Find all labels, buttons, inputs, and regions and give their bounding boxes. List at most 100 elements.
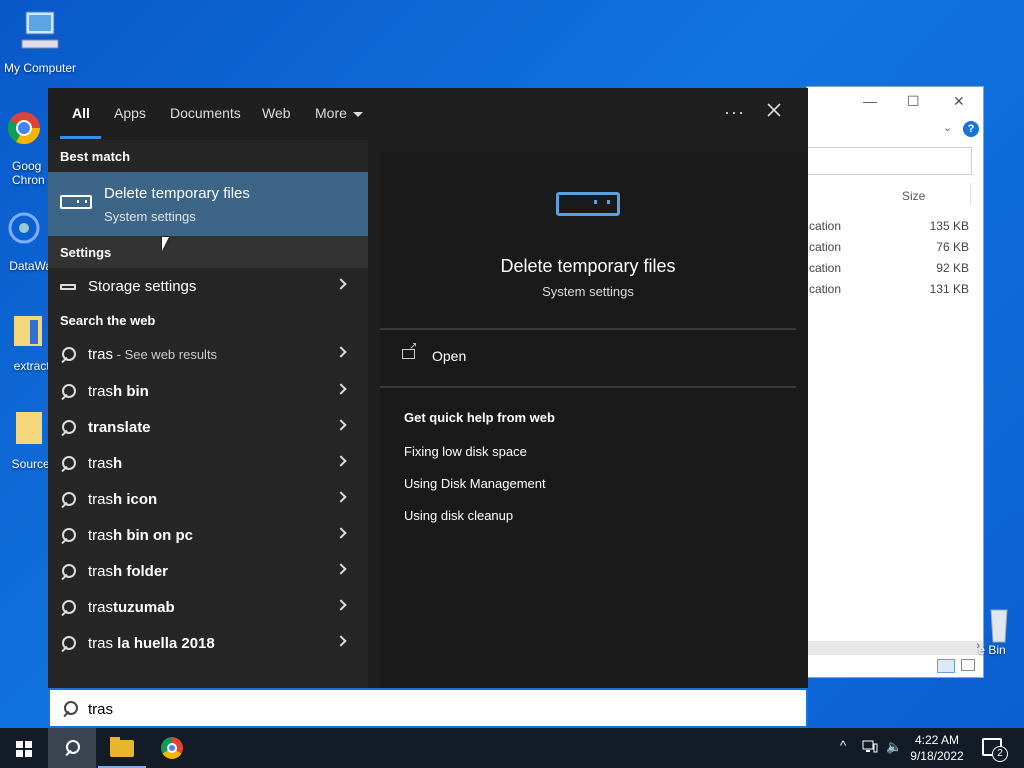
explorer-search-field[interactable] bbox=[807, 147, 972, 175]
storage-icon bbox=[60, 284, 76, 290]
search-icon bbox=[62, 701, 78, 717]
chevron-right-icon[interactable] bbox=[335, 491, 347, 503]
chevron-down-icon[interactable]: ⌄ bbox=[943, 121, 952, 134]
more-options-icon[interactable]: ··· bbox=[724, 102, 745, 123]
active-tab-indicator bbox=[60, 136, 101, 139]
quick-help-header: Get quick help from web bbox=[404, 410, 555, 425]
suggestion-label: trash bbox=[88, 455, 122, 472]
taskbar-chrome[interactable] bbox=[148, 728, 196, 768]
search-icon bbox=[60, 384, 76, 400]
drive-icon bbox=[556, 192, 620, 216]
suggestion-label: translate bbox=[88, 419, 151, 436]
suggestion-label: trastuzumab bbox=[88, 599, 175, 616]
chevron-right-icon[interactable] bbox=[335, 455, 347, 467]
preview-subtitle: System settings bbox=[542, 284, 634, 299]
web-suggestion[interactable]: trash folder bbox=[48, 553, 368, 589]
large-icons-view-icon[interactable] bbox=[961, 659, 975, 671]
row-type: cation bbox=[809, 261, 842, 275]
file-explorer-window: — ☐ ✕ ⌄ ? Size cation 135 KB cation 76 K… bbox=[806, 86, 984, 678]
close-icon[interactable] bbox=[766, 102, 782, 123]
suggestion-label: trash icon bbox=[88, 491, 157, 508]
row-size: 92 KB bbox=[936, 261, 969, 275]
chevron-right-icon[interactable] bbox=[335, 383, 347, 395]
chevron-right-icon[interactable] bbox=[335, 563, 347, 575]
suggestion-rest: h icon bbox=[113, 491, 158, 508]
taskbar-file-explorer[interactable] bbox=[98, 728, 146, 768]
tab-documents[interactable]: Documents bbox=[170, 105, 241, 121]
close-icon[interactable]: ✕ bbox=[953, 93, 965, 110]
best-match-header: Best match bbox=[60, 149, 131, 164]
tab-more[interactable]: More bbox=[315, 105, 363, 121]
best-match-result[interactable]: Delete temporary files System settings bbox=[48, 172, 368, 236]
clock[interactable]: 4:22 AM 9/18/2022 bbox=[902, 732, 972, 764]
explorer-statusbar bbox=[807, 655, 983, 677]
search-icon bbox=[60, 564, 76, 580]
help-link[interactable]: Fixing low disk space bbox=[404, 444, 527, 459]
details-view-icon[interactable] bbox=[937, 659, 955, 673]
suggestion-label: trash bin on pc bbox=[88, 527, 193, 544]
typed-text: tras bbox=[88, 346, 114, 363]
chevron-right-icon[interactable] bbox=[335, 346, 347, 358]
web-suggestion[interactable]: trash bin on pc bbox=[48, 517, 368, 553]
chevron-right-icon[interactable] bbox=[335, 635, 347, 647]
size-column-header[interactable]: Size bbox=[902, 189, 925, 203]
chevron-right-icon[interactable] bbox=[335, 527, 347, 539]
clock-date: 9/18/2022 bbox=[910, 749, 964, 763]
network-icon[interactable] bbox=[862, 740, 878, 757]
desktop-icon-label: My Computer bbox=[3, 61, 77, 75]
search-icon bbox=[60, 347, 76, 363]
web-suggestion[interactable]: translate bbox=[48, 409, 368, 445]
chevron-right-icon[interactable] bbox=[335, 419, 347, 431]
help-link[interactable]: Using disk cleanup bbox=[404, 508, 513, 523]
open-action[interactable]: Open bbox=[402, 341, 602, 370]
web-suggestion[interactable]: trastuzumab bbox=[48, 589, 368, 625]
suggestion-prefix: tras bbox=[88, 383, 114, 400]
explorer-titlebar: — ☐ ✕ bbox=[807, 87, 983, 117]
column-divider bbox=[970, 183, 971, 205]
maximize-icon[interactable]: ☐ bbox=[907, 93, 920, 110]
best-match-title: Delete temporary files bbox=[104, 185, 250, 202]
chevron-right-icon[interactable] bbox=[335, 599, 347, 611]
web-suggestion[interactable]: trash bin bbox=[48, 373, 368, 409]
row-size: 135 KB bbox=[929, 219, 969, 233]
result-storage-settings[interactable]: Storage settings bbox=[48, 268, 368, 304]
preview-title: Delete temporary files bbox=[500, 256, 676, 276]
mouse-cursor bbox=[162, 237, 169, 251]
help-icon[interactable]: ? bbox=[963, 121, 979, 137]
web-suggestion[interactable]: trash icon bbox=[48, 481, 368, 517]
chevron-up-icon[interactable]: ^ bbox=[840, 738, 846, 753]
volume-icon[interactable]: 🔈 bbox=[886, 739, 902, 755]
start-search-panel: All Apps Documents Web More ··· Best mat… bbox=[48, 88, 808, 688]
search-icon bbox=[64, 740, 80, 756]
web-suggestion[interactable]: trash bbox=[48, 445, 368, 481]
suggestion-rest: la huella 2018 bbox=[113, 635, 215, 652]
best-match-subtitle: System settings bbox=[104, 209, 196, 224]
taskbar: ^ 🔈 4:22 AM 9/18/2022 2 bbox=[0, 728, 1024, 768]
divider bbox=[380, 328, 796, 330]
taskbar-search-button[interactable] bbox=[48, 728, 96, 768]
settings-section: Settings bbox=[48, 236, 368, 268]
start-button[interactable] bbox=[0, 728, 48, 768]
desktop-icon-label: e Bin bbox=[978, 643, 1006, 657]
tab-apps[interactable]: Apps bbox=[114, 105, 146, 121]
desktop-icon-recycle-bin[interactable]: e Bin bbox=[960, 606, 1024, 657]
desktop-icon-my-computer[interactable]: My Computer bbox=[2, 10, 78, 75]
suggestion-label: trash bin bbox=[88, 383, 149, 400]
search-tabs: All Apps Documents Web More ··· bbox=[48, 88, 808, 140]
search-box[interactable] bbox=[48, 688, 808, 728]
search-web-header: Search the web bbox=[60, 313, 156, 328]
suggestion-rest: translate bbox=[88, 419, 151, 436]
search-input[interactable] bbox=[88, 698, 788, 720]
help-link[interactable]: Using Disk Management bbox=[404, 476, 546, 491]
horizontal-scrollbar[interactable]: › bbox=[807, 640, 983, 655]
suggestion-prefix: tras bbox=[88, 563, 114, 580]
web-suggestion[interactable]: tras la huella 2018 bbox=[48, 625, 368, 661]
web-result-see-results[interactable]: tras - See web results bbox=[48, 336, 368, 372]
tab-web[interactable]: Web bbox=[262, 105, 291, 121]
suggestion-prefix: tras bbox=[88, 599, 114, 616]
row-size: 131 KB bbox=[929, 282, 969, 296]
minimize-icon[interactable]: — bbox=[863, 93, 877, 109]
chevron-right-icon[interactable] bbox=[335, 278, 347, 290]
tab-more-label: More bbox=[315, 105, 347, 121]
tab-all[interactable]: All bbox=[72, 105, 90, 121]
